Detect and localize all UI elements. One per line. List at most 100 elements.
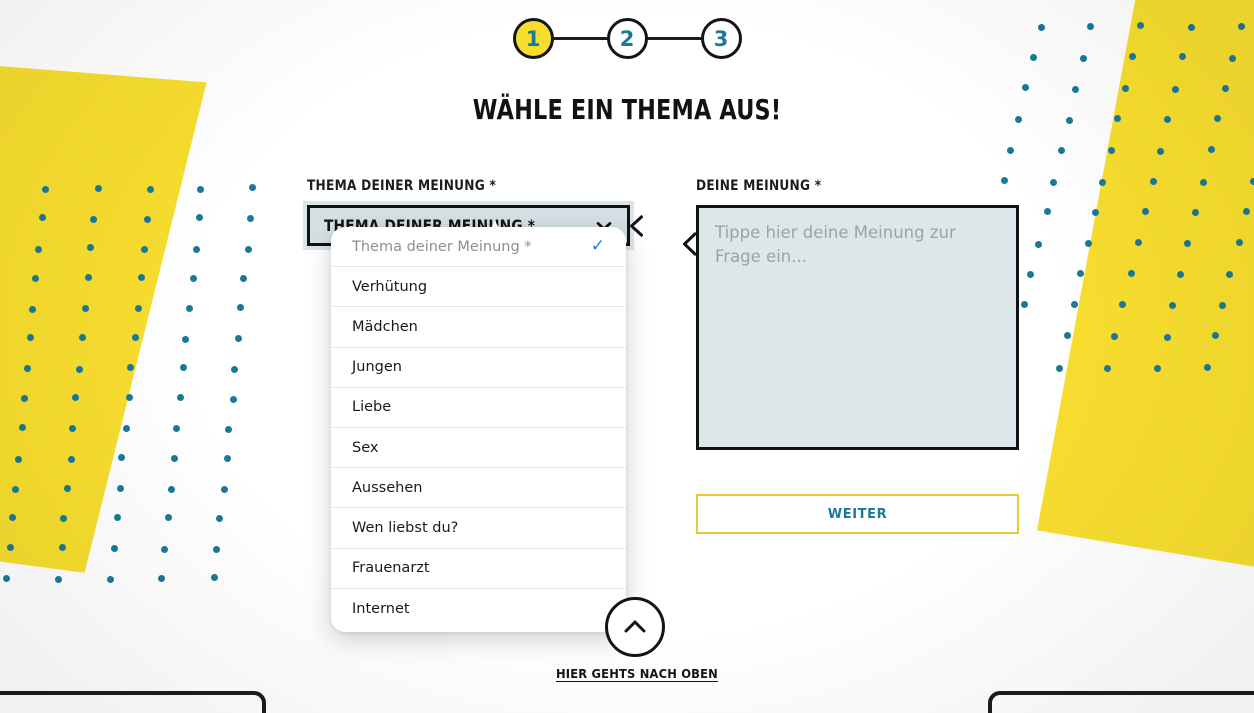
dropdown-option[interactable]: Thema deiner Meinung * ✓ — [331, 227, 626, 268]
decorative-dot — [94, 185, 102, 193]
step-3[interactable]: 3 — [700, 18, 742, 59]
dropdown-option[interactable]: Jungen — [331, 348, 626, 388]
dropdown-option[interactable]: Frauenarzt — [331, 549, 626, 589]
decorative-dot — [58, 543, 66, 551]
decorative-dot — [231, 365, 239, 373]
dropdown-option[interactable]: Aussehen — [331, 468, 626, 509]
card-peek-bottom-right — [988, 691, 1254, 713]
decorative-dot — [247, 214, 255, 222]
dropdown-option-label: Thema deiner Meinung * — [352, 238, 532, 255]
submit-button-label: WEITER — [827, 506, 888, 522]
decorative-dot — [1103, 364, 1111, 372]
decorative-dot — [1050, 179, 1058, 187]
decorative-dot — [118, 454, 126, 462]
chevron-up-circle-icon — [624, 620, 646, 633]
decorative-dot — [1035, 240, 1043, 248]
dropdown-option-label: Sex — [352, 439, 379, 456]
topic-column: THEMA DEINER MEINUNG * THEMA DEINER MEIN… — [307, 178, 643, 632]
opinion-textarea[interactable]: Tippe hier deine Meinung zur Frage ein..… — [696, 205, 1019, 450]
page-title: WÄHLE EIN THEMA AUS! — [472, 93, 782, 126]
decorative-dot — [1021, 83, 1029, 91]
decorative-dot — [177, 393, 185, 401]
dropdown-option-label: Mädchen — [352, 318, 418, 335]
decorative-dot — [1164, 115, 1172, 123]
decorative-dot — [1056, 365, 1064, 372]
step-2[interactable]: 2 — [606, 18, 648, 59]
decorative-dot — [1207, 146, 1215, 154]
decorative-dot — [23, 364, 31, 372]
decorative-dot — [167, 485, 175, 493]
yellow-shape-left — [0, 51, 210, 579]
decorative-dot — [140, 245, 148, 253]
decorative-dot — [122, 424, 130, 432]
scroll-to-top-button[interactable] — [605, 597, 665, 657]
decorative-dot — [1063, 331, 1071, 339]
dropdown-option-label: Verhütung — [352, 278, 428, 295]
step-connector-1 — [551, 37, 609, 40]
decorative-dot — [82, 304, 90, 312]
decorative-dot — [1057, 147, 1065, 155]
decorative-dot — [131, 334, 139, 342]
decorative-dot — [55, 576, 63, 584]
dropdown-option[interactable]: Liebe — [331, 388, 626, 428]
decorative-dot — [38, 213, 46, 221]
decorative-dot — [110, 544, 118, 552]
decorative-dot — [1007, 146, 1015, 154]
decorative-dot — [1242, 207, 1250, 215]
step-1[interactable]: 1 — [512, 18, 554, 59]
decorative-dot — [126, 394, 134, 402]
decorative-dot — [230, 395, 238, 403]
decorative-dot — [196, 186, 204, 194]
step-2-label: 2 — [619, 26, 635, 51]
decorative-dot — [1026, 271, 1034, 279]
decorative-dot — [224, 426, 232, 434]
dropdown-option[interactable]: Wen liebst du? — [331, 508, 626, 549]
decorative-dot — [20, 395, 28, 403]
dropdown-option[interactable]: Mädchen — [331, 307, 626, 348]
decorative-dot — [1235, 238, 1243, 246]
decorative-dot — [1021, 300, 1029, 308]
decorative-dot — [113, 514, 121, 522]
decorative-dot — [86, 243, 94, 251]
decorative-dot — [185, 305, 193, 313]
decorative-dot — [1121, 84, 1129, 92]
decorative-dot — [8, 513, 16, 521]
decorative-dot — [78, 333, 86, 341]
dropdown-option-label: Liebe — [352, 399, 392, 416]
check-icon: ✓ — [590, 236, 605, 257]
step-3-label: 3 — [713, 26, 729, 51]
decorative-dot — [1071, 301, 1079, 309]
decorative-dot — [89, 215, 97, 223]
progress-stepper: 1 2 3 — [0, 18, 1254, 59]
decorative-dot — [212, 546, 220, 554]
dropdown-option[interactable]: Verhütung — [331, 267, 626, 308]
yellow-shape-right — [1037, 0, 1254, 580]
dropdown-option[interactable]: Internet — [331, 589, 626, 629]
dropdown-caret-icon — [482, 220, 508, 232]
dropdown-option[interactable]: Sex — [331, 428, 626, 469]
select-bubble-tail — [630, 214, 643, 237]
opinion-field-label: DEINE MEINUNG * — [696, 178, 822, 194]
dropdown-option-label: Jungen — [352, 359, 402, 376]
decorative-dot — [165, 514, 173, 522]
submit-button[interactable]: WEITER — [696, 494, 1019, 534]
scroll-to-top-link[interactable]: HIER GEHTS NACH OBEN — [556, 666, 718, 681]
decorative-dot — [1176, 270, 1184, 278]
decorative-dot — [1249, 178, 1254, 186]
topic-dropdown-list[interactable]: Thema deiner Meinung * ✓ Verhütung Mädchen J… — [331, 227, 626, 632]
step-connector-2 — [645, 37, 703, 40]
decorative-dot — [193, 245, 201, 253]
dropdown-option-label: Wen liebst du? — [352, 519, 459, 536]
decorative-dot — [245, 245, 252, 253]
decorative-dot — [211, 573, 219, 581]
decorative-dot — [190, 275, 198, 283]
decorative-dot — [181, 336, 189, 344]
decorative-dot — [235, 335, 243, 343]
decorative-dot — [1154, 364, 1162, 372]
decorative-dot — [1076, 270, 1084, 278]
card-peek-bottom-left — [0, 691, 266, 713]
decorative-dot — [1128, 269, 1136, 277]
decorative-dot — [134, 305, 142, 313]
decorative-dot — [221, 486, 229, 494]
decorative-dot — [240, 274, 248, 282]
